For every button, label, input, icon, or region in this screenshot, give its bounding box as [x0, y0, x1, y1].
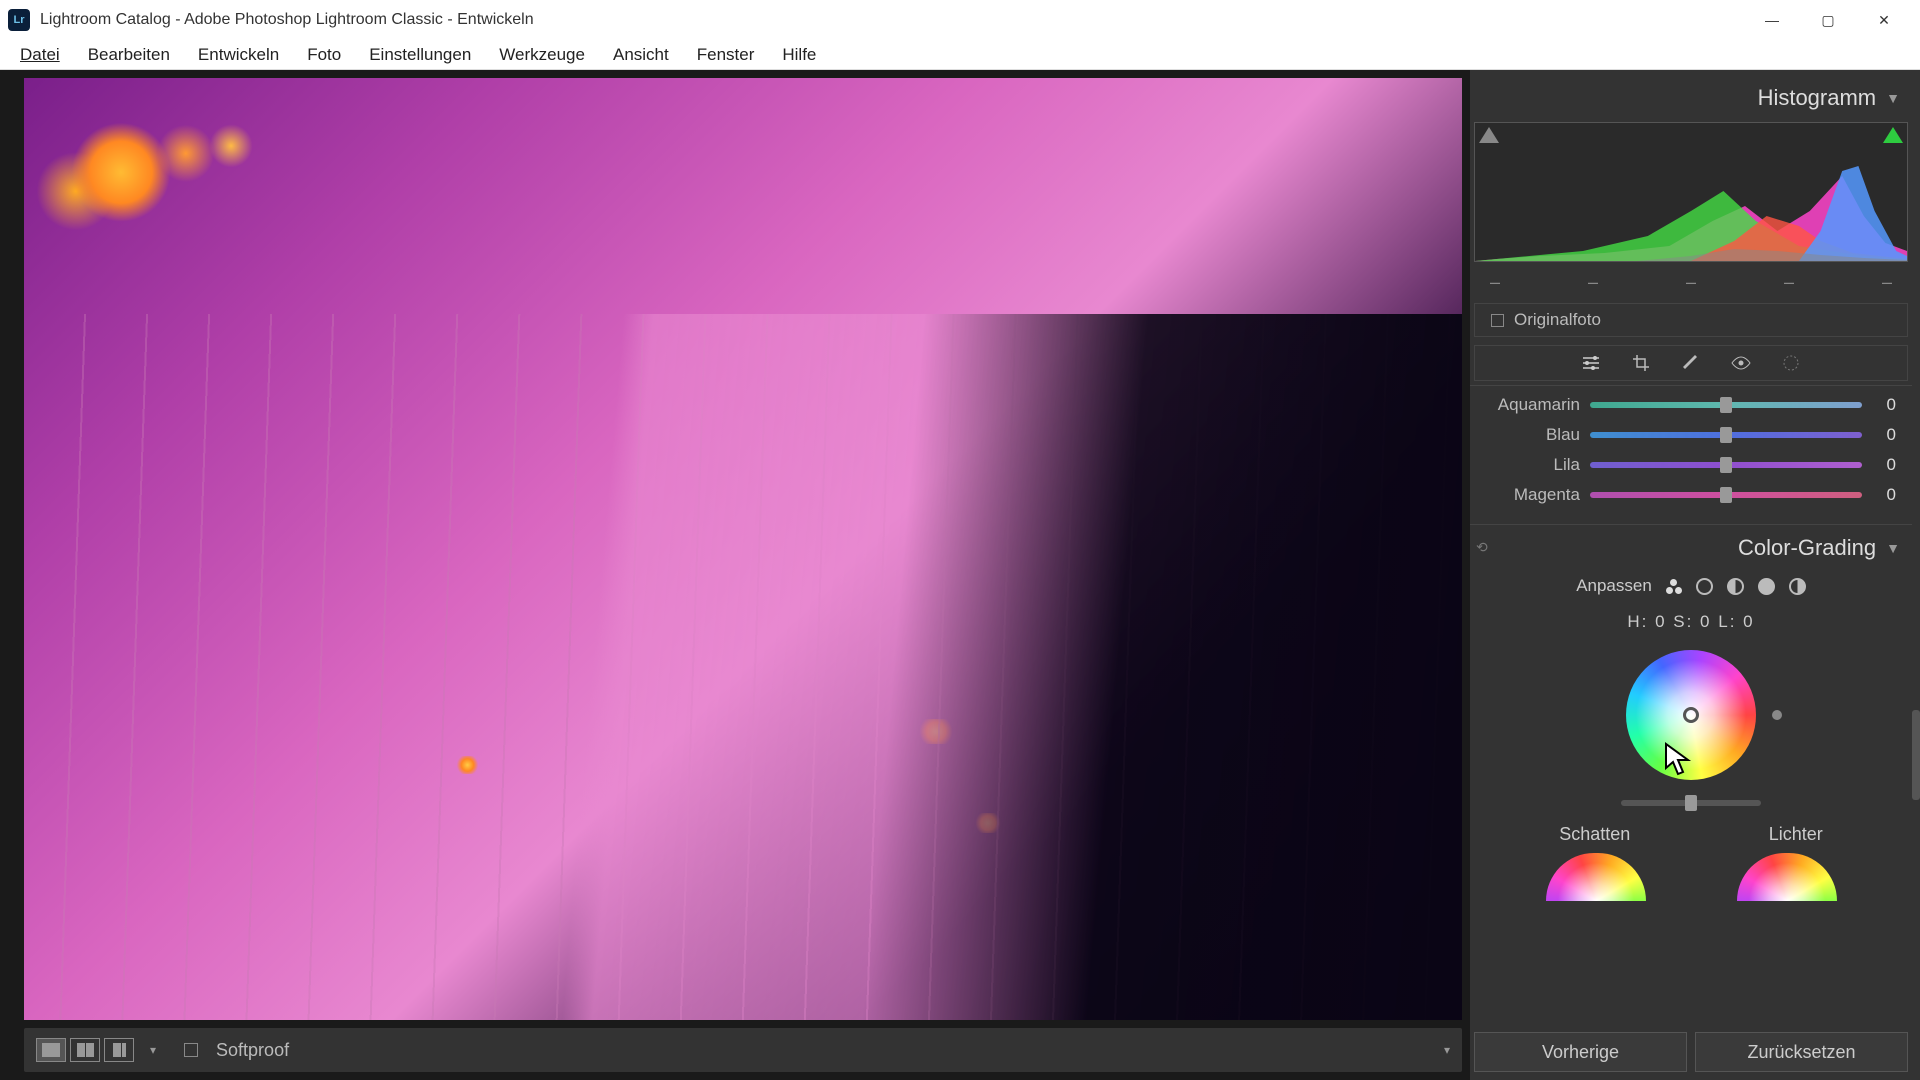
view-compare-icon[interactable] [104, 1038, 134, 1062]
adjust-row: Anpassen [1470, 568, 1912, 604]
app-icon: Lr [8, 9, 30, 31]
menu-einstellungen[interactable]: Einstellungen [355, 41, 485, 69]
eye-icon[interactable] [1729, 351, 1753, 375]
hsl-sliders: Aquamarin0 Blau0 Lila0 Magenta0 [1470, 385, 1912, 514]
wheel-saturation-dot[interactable] [1772, 710, 1782, 720]
wheel-handle[interactable] [1683, 707, 1699, 723]
tools-row [1474, 345, 1908, 381]
adjust-label: Anpassen [1576, 576, 1652, 596]
menu-entwickeln[interactable]: Entwickeln [184, 41, 293, 69]
histogram-zones: ––––– [1474, 270, 1908, 295]
histogram-header[interactable]: Histogramm ▼ [1470, 78, 1912, 118]
color-grading-header[interactable]: ⟲ Color-Grading ▼ [1470, 524, 1912, 564]
shadows-label: Schatten [1559, 824, 1630, 845]
hsl-readout: H: 0 S: 0 L: 0 [1470, 608, 1912, 636]
menu-hilfe[interactable]: Hilfe [768, 41, 830, 69]
slider-aquamarin[interactable]: Aquamarin0 [1480, 390, 1896, 420]
scrollbar[interactable] [1912, 710, 1920, 800]
midtones-mode-icon[interactable] [1727, 578, 1744, 595]
shadows-color-wheel[interactable] [1546, 853, 1646, 901]
slider-magenta[interactable]: Magenta0 [1480, 480, 1896, 510]
cursor-icon [1664, 742, 1692, 778]
menu-datei[interactable]: Datei [6, 41, 74, 69]
view-dropdown-icon[interactable]: ▾ [150, 1043, 156, 1057]
toolbar-options-icon[interactable]: ▾ [1444, 1043, 1450, 1057]
minimize-button[interactable]: — [1744, 0, 1800, 40]
softproof-checkbox[interactable] [184, 1043, 198, 1057]
histogram-label: Histogramm [1758, 85, 1877, 111]
color-grading-label: Color-Grading [1738, 535, 1876, 561]
radial-icon[interactable] [1779, 351, 1803, 375]
collapse-icon[interactable]: ▼ [1886, 540, 1900, 556]
original-label: Originalfoto [1514, 310, 1601, 330]
original-checkbox[interactable] [1491, 314, 1504, 327]
previous-button[interactable]: Vorherige [1474, 1032, 1687, 1072]
slider-blau[interactable]: Blau0 [1480, 420, 1896, 450]
heal-brush-icon[interactable] [1679, 351, 1703, 375]
menu-foto[interactable]: Foto [293, 41, 355, 69]
menu-werkzeuge[interactable]: Werkzeuge [485, 41, 599, 69]
three-way-icon[interactable] [1666, 579, 1682, 594]
menu-fenster[interactable]: Fenster [683, 41, 769, 69]
menu-ansicht[interactable]: Ansicht [599, 41, 683, 69]
crop-icon[interactable] [1629, 351, 1653, 375]
lights-label: Lichter [1769, 824, 1823, 845]
reset-button[interactable]: Zurücksetzen [1695, 1032, 1908, 1072]
link-icon[interactable]: ⟲ [1476, 539, 1488, 556]
view-loupe-icon[interactable] [36, 1038, 66, 1062]
luminance-slider[interactable] [1621, 800, 1761, 806]
view-before-after-icon[interactable] [70, 1038, 100, 1062]
midtones-color-wheel[interactable] [1626, 650, 1756, 780]
bottom-toolbar: ▾ Softproof ▾ [24, 1028, 1462, 1072]
slider-lila[interactable]: Lila0 [1480, 450, 1896, 480]
highlights-color-wheel[interactable] [1737, 853, 1837, 901]
original-photo-row[interactable]: Originalfoto [1474, 303, 1908, 337]
shadow-clip-icon[interactable] [1479, 127, 1499, 143]
global-mode-icon[interactable] [1789, 578, 1806, 595]
edit-sliders-icon[interactable] [1579, 351, 1603, 375]
menubar: Datei Bearbeiten Entwickeln Foto Einstel… [0, 40, 1920, 70]
window-title: Lightroom Catalog - Adobe Photoshop Ligh… [40, 11, 1744, 29]
close-button[interactable]: ✕ [1856, 0, 1912, 40]
image-preview[interactable] [24, 78, 1462, 1020]
maximize-button[interactable]: ▢ [1800, 0, 1856, 40]
highlight-clip-icon[interactable] [1883, 127, 1903, 143]
menu-bearbeiten[interactable]: Bearbeiten [74, 41, 184, 69]
softproof-label: Softproof [216, 1040, 289, 1061]
shadows-mode-icon[interactable] [1696, 578, 1713, 595]
collapse-icon[interactable]: ▼ [1886, 90, 1900, 106]
histogram[interactable] [1474, 122, 1908, 262]
highlights-mode-icon[interactable] [1758, 578, 1775, 595]
titlebar: Lr Lightroom Catalog - Adobe Photoshop L… [0, 0, 1920, 40]
